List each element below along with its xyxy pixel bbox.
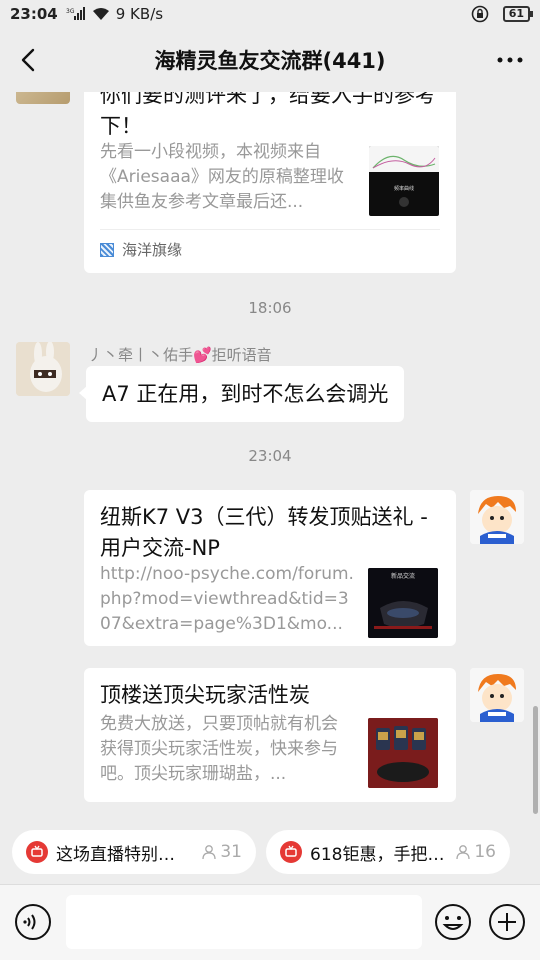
thumbnail-caption: 新品交流 <box>391 572 415 580</box>
source-name: 海洋旗缘 <box>122 241 183 259</box>
viewer-count: 31 <box>201 842 242 862</box>
card-thumbnail <box>368 718 438 788</box>
sender-avatar[interactable] <box>16 92 70 104</box>
voice-icon[interactable] <box>14 903 52 941</box>
article-card[interactable]: 纽斯K7 V3（三代）转发顶贴送礼 - 用户交流-NP http://noo-p… <box>84 490 456 646</box>
emoji-icon[interactable] <box>434 903 472 941</box>
sender-name: 丿丶牵丨丶佑手💕拒听语音 <box>88 346 272 364</box>
timestamp: 18:06 <box>248 299 292 317</box>
source-icon <box>100 242 114 257</box>
battery-icon: 61 <box>502 6 534 22</box>
lock-rotation-icon <box>471 5 489 23</box>
back-icon[interactable] <box>14 44 46 76</box>
thumbnail-caption: 频率曲线 <box>394 185 414 192</box>
card-title: 顶楼送顶尖玩家活性炭 <box>100 683 310 707</box>
plus-icon[interactable] <box>488 903 526 941</box>
live-title: 这场直播特别… <box>56 844 175 865</box>
card-description: 免费大放送，只要顶帖就有机会获得顶尖玩家活性炭，快来参与吧。顶尖玩家珊瑚盐，..… <box>100 714 338 784</box>
live-item[interactable]: 这场直播特别… 31 <box>12 830 256 874</box>
card-thumbnail: 频率曲线 <box>369 146 439 216</box>
viewer-icon <box>202 845 217 860</box>
viewer-count-value: 31 <box>220 842 242 862</box>
my-avatar[interactable] <box>470 668 524 722</box>
input-bar <box>0 884 540 960</box>
chat-header: 海精灵鱼友交流群(441) <box>0 28 540 92</box>
viewer-count: 16 <box>455 842 496 862</box>
network-speed: 9 KB/s <box>115 5 164 23</box>
text-message-bubble[interactable]: A7 正在用，到时不怎么会调光 <box>78 366 405 422</box>
message-list[interactable]: 你们要的测评来了，给要入手的参考下！ 先看一小段视频，本视频来自《Ariesaa… <box>0 92 540 820</box>
svg-text:3G: 3G <box>66 8 75 15</box>
card-title: 你们要的测评来了，给要入手的参考下！ <box>100 92 436 138</box>
article-card[interactable]: 顶楼送顶尖玩家活性炭 免费大放送，只要顶帖就有机会获得顶尖玩家活性炭，快来参与吧… <box>84 668 456 802</box>
more-icon[interactable] <box>494 44 526 76</box>
live-icon <box>26 841 48 863</box>
card-thumbnail: 新品交流 <box>368 568 438 638</box>
live-item[interactable]: 618钜惠，手把… 16 <box>266 830 510 874</box>
message-input[interactable] <box>66 895 422 949</box>
live-title: 618钜惠，手把… <box>310 844 445 865</box>
live-bar: 这场直播特别… 31 618钜惠，手把… 16 <box>0 820 540 884</box>
card-description: 先看一小段视频，本视频来自《Ariesaaa》网友的原稿整理收集供鱼友参考文章最… <box>100 142 344 212</box>
card-description: http://noo-psyche.com/forum.php?mod=view… <box>100 564 354 634</box>
timestamp: 23:04 <box>248 447 292 465</box>
sender-avatar[interactable] <box>16 342 70 396</box>
wifi-icon <box>92 7 110 21</box>
chat-title: 海精灵鱼友交流群(441) <box>154 49 386 73</box>
card-source: 海洋旗缘 <box>100 229 440 269</box>
live-icon <box>280 841 302 863</box>
article-card[interactable]: 你们要的测评来了，给要入手的参考下！ 先看一小段视频，本视频来自《Ariesaa… <box>84 92 456 273</box>
card-title: 纽斯K7 V3（三代）转发顶贴送礼 - 用户交流-NP <box>100 505 428 560</box>
my-avatar[interactable] <box>470 490 524 544</box>
scrollbar[interactable] <box>533 706 538 814</box>
viewer-count-value: 16 <box>474 842 496 862</box>
viewer-icon <box>456 845 471 860</box>
status-time: 23:04 <box>10 5 58 23</box>
status-bar: 23:04 3G 9 KB/s 61 <box>0 0 540 28</box>
signal-icon: 3G <box>66 7 86 21</box>
